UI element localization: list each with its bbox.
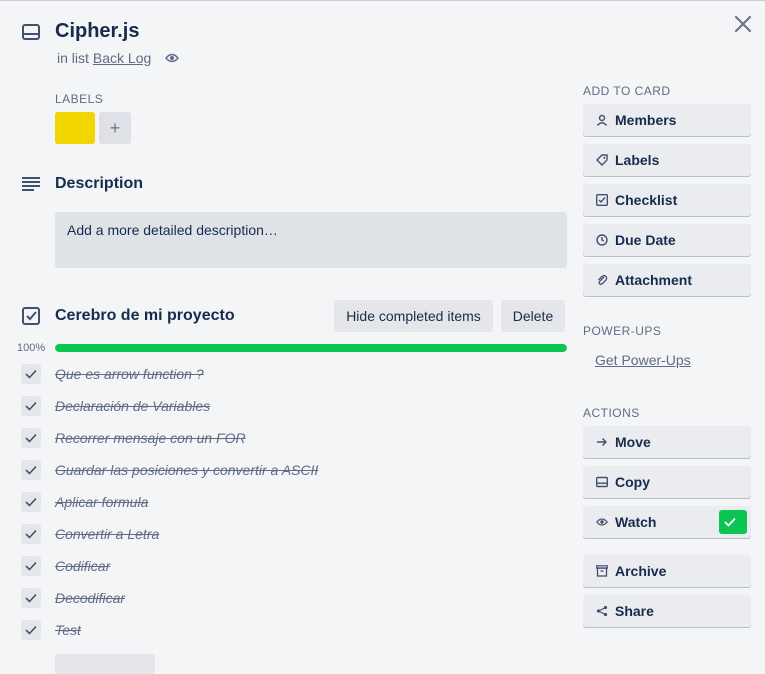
labels-label: Labels <box>615 152 660 168</box>
card-icon <box>22 24 40 40</box>
check-icon <box>25 529 37 539</box>
checklist-item[interactable]: Test <box>21 614 81 646</box>
move-label: Move <box>615 434 651 450</box>
delete-checklist-button[interactable]: Delete <box>501 300 565 332</box>
checklist-item[interactable]: Decodificar <box>21 582 125 614</box>
share-button[interactable]: Share <box>583 595 751 627</box>
check-icon <box>25 561 37 571</box>
checklist-item[interactable]: Convertir a Letra <box>21 518 159 550</box>
checklist-icon <box>595 194 609 206</box>
person-icon <box>595 114 609 126</box>
due-date-label: Due Date <box>615 232 676 248</box>
card-icon <box>595 476 609 488</box>
check-icon <box>723 517 737 527</box>
actions-heading: Actions <box>583 406 640 420</box>
arrow-right-icon <box>595 436 609 448</box>
checklist-item-checkbox[interactable] <box>21 492 41 512</box>
label-chip-yellow[interactable] <box>55 112 95 144</box>
archive-icon <box>595 565 609 577</box>
checklist-item-text[interactable]: Declaración de Variables <box>55 398 210 414</box>
checklist-item-text[interactable]: Decodificar <box>55 590 125 606</box>
top-divider <box>0 0 765 1</box>
checklist-item[interactable]: Codificar <box>21 550 110 582</box>
paperclip-icon <box>595 274 609 286</box>
in-list-prefix: in list <box>57 50 89 66</box>
description-heading: Description <box>55 175 144 192</box>
checklist-item-checkbox[interactable] <box>21 524 41 544</box>
check-icon <box>25 401 37 411</box>
checklist-item-checkbox[interactable] <box>21 460 41 480</box>
in-list-line: in list Back Log <box>57 50 180 66</box>
checklist-item-checkbox[interactable] <box>21 428 41 448</box>
archive-label: Archive <box>615 563 667 579</box>
eye-icon <box>165 53 180 63</box>
checklist-item-checkbox[interactable] <box>21 556 41 576</box>
hide-completed-button[interactable]: Hide completed items <box>334 300 493 332</box>
labels-heading: Labels <box>55 92 104 106</box>
watch-label: Watch <box>615 514 657 530</box>
checklist-item-checkbox[interactable] <box>21 364 41 384</box>
archive-button[interactable]: Archive <box>583 555 751 587</box>
check-icon <box>25 625 37 635</box>
close-icon <box>732 13 754 35</box>
checklist-title[interactable]: Cerebro de mi proyecto <box>55 307 235 325</box>
check-icon <box>25 369 37 379</box>
progress-bar <box>55 344 567 352</box>
share-label: Share <box>615 603 654 619</box>
add-label-button[interactable]: + <box>99 112 131 144</box>
move-button[interactable]: Move <box>583 426 751 458</box>
progress-percentage: 100% <box>17 342 46 354</box>
checklist-item[interactable]: Aplicar formula <box>21 486 148 518</box>
powerups-heading: Power-Ups <box>583 324 662 338</box>
checklist-item-text[interactable]: Recorrer mensaje con un FOR <box>55 430 246 446</box>
checklist-item[interactable]: Guardar las posiciones y convertir a ASC… <box>21 454 318 486</box>
attachment-label: Attachment <box>615 272 693 288</box>
progress-fill <box>55 344 567 352</box>
copy-button[interactable]: Copy <box>583 466 751 498</box>
checklist-item-text[interactable]: Que es arrow function ? <box>55 366 204 382</box>
close-button[interactable] <box>732 13 754 35</box>
checklist-item-checkbox[interactable] <box>21 620 41 640</box>
checklist-button[interactable]: Checklist <box>583 184 751 216</box>
checklist-item-checkbox[interactable] <box>21 588 41 608</box>
checklist-item[interactable]: Declaración de Variables <box>21 390 210 422</box>
clock-icon <box>595 234 609 246</box>
description-icon <box>22 176 40 192</box>
add-item-button[interactable] <box>55 654 155 674</box>
share-icon <box>595 605 609 617</box>
members-button[interactable]: Members <box>583 104 751 136</box>
check-icon <box>25 465 37 475</box>
checklist-item[interactable]: Recorrer mensaje con un FOR <box>21 422 246 454</box>
list-link[interactable]: Back Log <box>93 50 151 66</box>
check-icon <box>25 433 37 443</box>
description-input[interactable]: Add a more detailed description… <box>55 212 567 268</box>
add-to-card-heading: Add to card <box>583 84 671 98</box>
checklist-item-checkbox[interactable] <box>21 396 41 416</box>
copy-label: Copy <box>615 474 650 490</box>
watch-active-check <box>719 510 747 534</box>
members-label: Members <box>615 112 677 128</box>
checklist-item-text[interactable]: Guardar las posiciones y convertir a ASC… <box>55 462 318 478</box>
checklist-item-text[interactable]: Codificar <box>55 558 110 574</box>
check-icon <box>25 593 37 603</box>
checklist-label: Checklist <box>615 192 678 208</box>
get-powerups-link[interactable]: Get Power-Ups <box>595 352 691 368</box>
eye-icon <box>595 517 609 527</box>
checklist-item[interactable]: Que es arrow function ? <box>21 358 204 390</box>
checklist-item-text[interactable]: Convertir a Letra <box>55 526 159 542</box>
checklist-icon <box>22 307 40 325</box>
checklist-item-text[interactable]: Test <box>55 622 81 638</box>
tag-icon <box>595 154 609 166</box>
labels-button[interactable]: Labels <box>583 144 751 176</box>
attachment-button[interactable]: Attachment <box>583 264 751 296</box>
checklist-item-text[interactable]: Aplicar formula <box>55 494 148 510</box>
card-title[interactable]: Cipher.js <box>55 20 139 43</box>
check-icon <box>25 497 37 507</box>
due-date-button[interactable]: Due Date <box>583 224 751 256</box>
watch-button[interactable]: Watch <box>583 506 751 538</box>
